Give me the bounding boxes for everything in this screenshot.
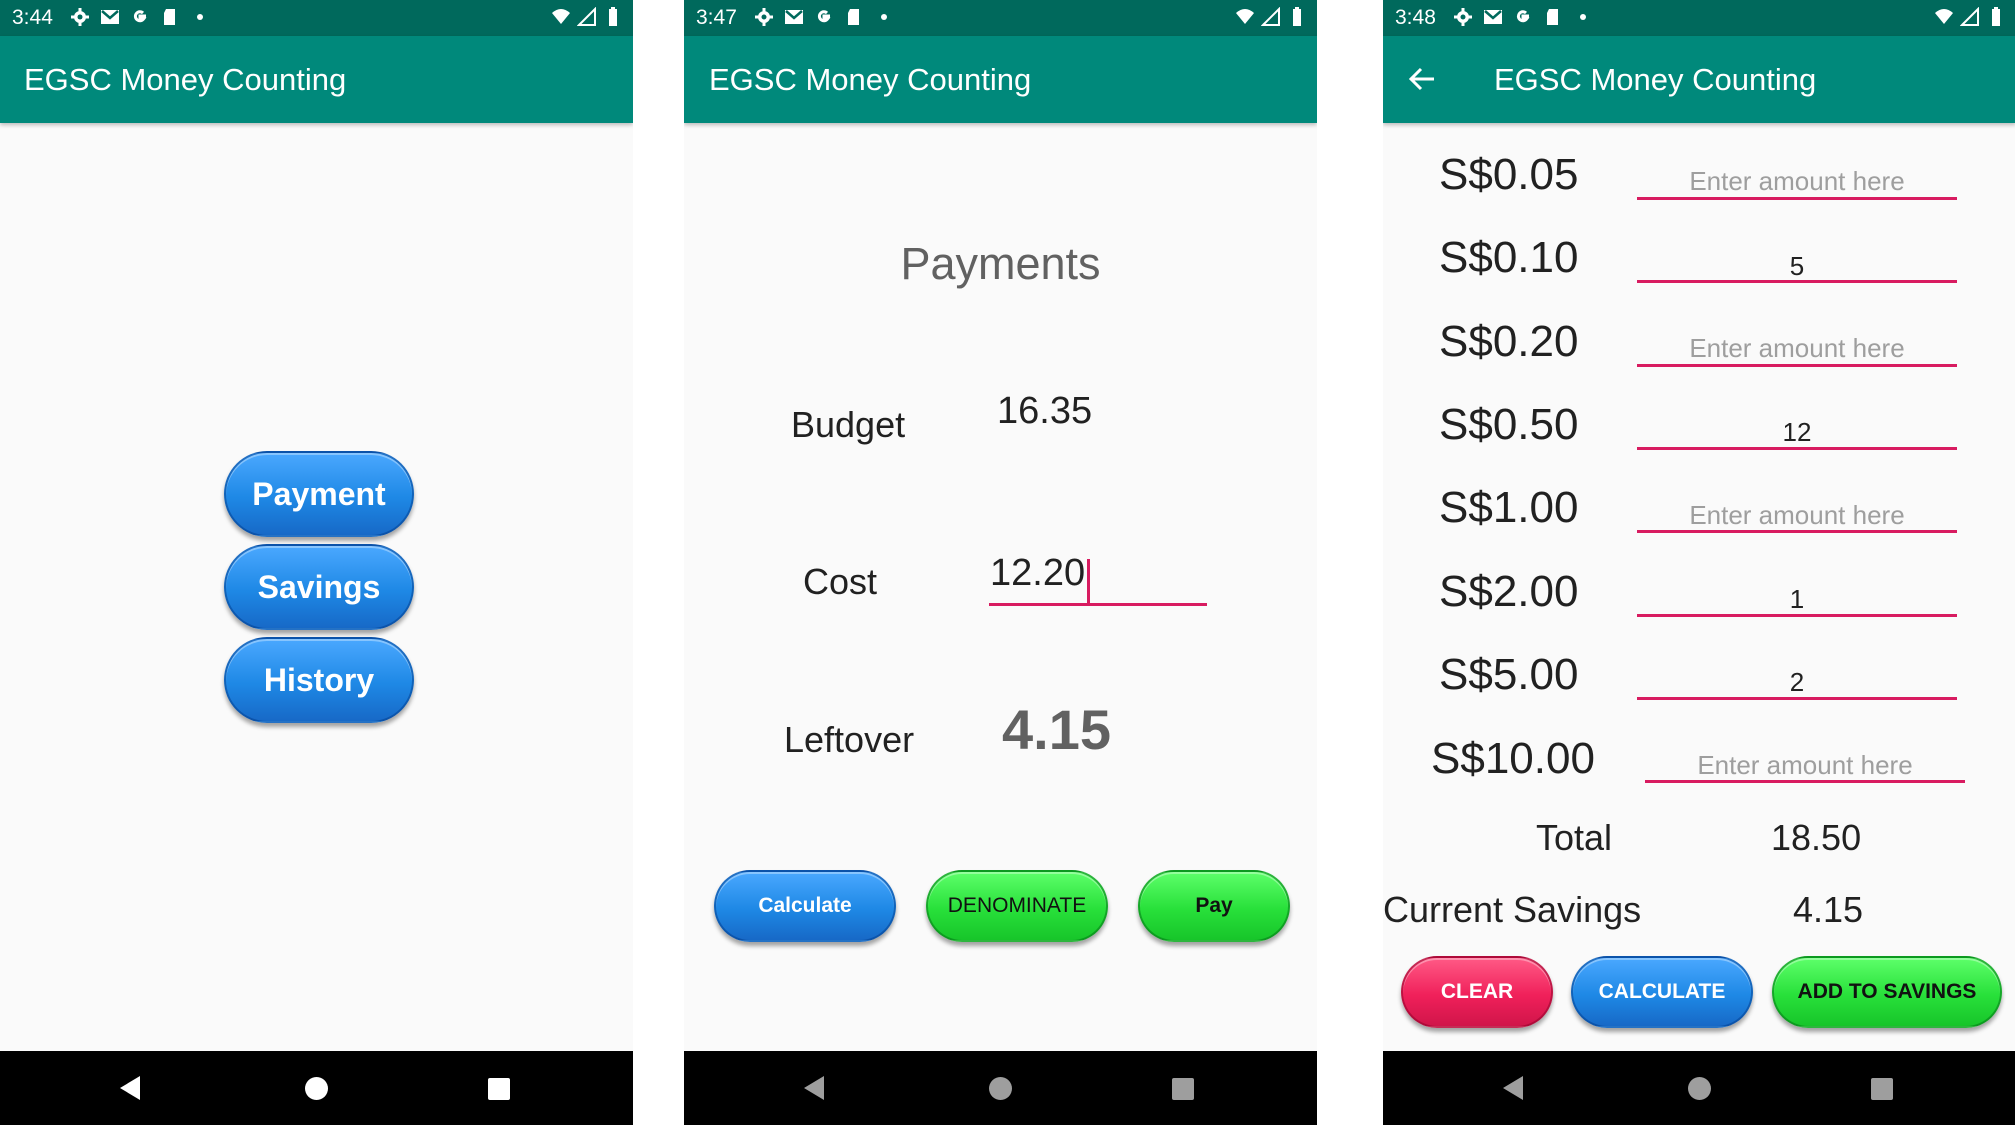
cost-input[interactable]: 12.20 [990, 552, 1091, 603]
leftover-label: Leftover [784, 719, 915, 760]
cost-input-value: 12.20 [990, 552, 1086, 594]
recents-icon[interactable] [1172, 1078, 1194, 1100]
denomination-label: S$0.50 [1439, 400, 1579, 449]
denomination-label: S$10.00 [1431, 734, 1595, 783]
recents-icon[interactable] [1871, 1078, 1893, 1100]
dot-icon [1580, 14, 1586, 20]
battery-icon [609, 7, 617, 26]
gmail-icon [1484, 10, 1502, 24]
denomination-label: S$1.00 [1439, 483, 1579, 532]
status-bar: 3:44 [0, 0, 633, 36]
google-icon [817, 10, 831, 23]
app-title: EGSC Money Counting [24, 62, 347, 97]
total-label: Total [1536, 817, 1613, 858]
amount-input[interactable]: Enter amount here [1645, 750, 1965, 790]
payment-button[interactable]: Payment [224, 451, 414, 537]
home-icon[interactable] [989, 1077, 1012, 1100]
calculate-button[interactable]: Calculate [714, 870, 896, 942]
back-arrow-icon[interactable] [1407, 64, 1437, 94]
gmail-icon [101, 10, 119, 24]
home-icon[interactable] [1688, 1077, 1711, 1100]
budget-value: 16.35 [997, 390, 1093, 432]
app-bar: EGSC Money Counting [1383, 36, 2015, 123]
calculate-button[interactable]: CALCULATE [1571, 956, 1753, 1028]
clear-button[interactable]: CLEAR [1401, 956, 1553, 1028]
recents-icon[interactable] [488, 1078, 510, 1100]
sd-card-icon [164, 9, 175, 25]
amount-input-underline [1637, 280, 1957, 283]
total-value: 18.50 [1771, 817, 1862, 858]
signal-icon [1960, 7, 1979, 26]
amount-input-underline [1637, 614, 1957, 617]
amount-input[interactable]: Enter amount here [1637, 333, 1957, 373]
budget-label: Budget [791, 404, 906, 445]
status-bar: 3:47 [684, 0, 1317, 36]
home-screen: 3:44 EGSC Money Counting Payment Savings… [0, 0, 633, 1125]
battery-icon [1992, 7, 2000, 26]
battery-icon [1293, 7, 1301, 26]
amount-input-underline [1637, 697, 1957, 700]
app-bar: EGSC Money Counting [0, 36, 633, 123]
cost-label: Cost [803, 561, 878, 602]
back-icon[interactable] [120, 1076, 140, 1100]
amount-input-underline [1645, 780, 1965, 783]
back-icon[interactable] [804, 1076, 824, 1100]
amount-input[interactable]: 12 [1637, 417, 1957, 457]
denomination-label: S$2.00 [1439, 567, 1579, 616]
status-bar: 3:48 [1383, 0, 2015, 36]
nav-bar [0, 1051, 633, 1125]
dot-icon [881, 14, 887, 20]
back-icon[interactable] [1503, 1076, 1523, 1100]
payments-screen: 3:47 EGSC Money Counting Payments Budget… [684, 0, 1317, 1125]
wifi-icon [1236, 9, 1254, 24]
denomination-label: S$5.00 [1439, 650, 1579, 699]
dot-icon [197, 14, 203, 20]
amount-input[interactable]: 5 [1637, 251, 1957, 291]
denomination-label: S$0.20 [1439, 317, 1579, 366]
leftover-value: 4.15 [1002, 698, 1111, 761]
settings-icon [1454, 8, 1472, 26]
denominate-button[interactable]: DENOMINATE [926, 870, 1108, 942]
signal-icon [1261, 7, 1280, 26]
savings-screen: 3:48 EGSC Money Counting S$0.05 Enter am… [1383, 0, 2015, 1125]
history-button[interactable]: History [224, 637, 414, 723]
sd-card-icon [1547, 9, 1558, 25]
home-icon[interactable] [305, 1077, 328, 1100]
amount-input[interactable]: 1 [1637, 584, 1957, 624]
nav-bar [1383, 1051, 2015, 1125]
wifi-icon [1935, 9, 1953, 24]
page-title: Payments [900, 238, 1101, 289]
gmail-icon [785, 10, 803, 24]
current-savings-label: Current Savings [1383, 889, 1642, 930]
amount-input-underline [1637, 197, 1957, 200]
pay-button[interactable]: Pay [1138, 870, 1290, 942]
sd-card-icon [848, 9, 859, 25]
google-icon [133, 10, 147, 23]
app-bar: EGSC Money Counting [684, 36, 1317, 123]
nav-bar [684, 1051, 1317, 1125]
status-time: 3:44 [12, 6, 53, 29]
savings-button[interactable]: Savings [224, 544, 414, 630]
amount-input-underline [1637, 364, 1957, 367]
add-to-savings-button[interactable]: ADD TO SAVINGS [1772, 956, 2002, 1028]
status-time: 3:48 [1395, 6, 1436, 29]
amount-input[interactable]: 2 [1637, 667, 1957, 707]
status-time: 3:47 [696, 6, 737, 29]
settings-icon [755, 8, 773, 26]
amount-input[interactable]: Enter amount here [1637, 500, 1957, 540]
current-savings-value: 4.15 [1793, 889, 1864, 930]
amount-input[interactable]: Enter amount here [1637, 166, 1957, 206]
amount-input-underline [1637, 530, 1957, 533]
denomination-label: S$0.10 [1439, 233, 1579, 282]
amount-input-underline [1637, 447, 1957, 450]
app-title: EGSC Money Counting [709, 62, 1032, 97]
cost-input-underline [989, 603, 1207, 606]
settings-icon [71, 8, 89, 26]
wifi-icon [552, 9, 570, 24]
google-icon [1516, 10, 1530, 23]
text-cursor [1087, 558, 1091, 603]
denomination-label: S$0.05 [1439, 150, 1579, 199]
app-title: EGSC Money Counting [1494, 62, 1817, 97]
signal-icon [577, 7, 596, 26]
